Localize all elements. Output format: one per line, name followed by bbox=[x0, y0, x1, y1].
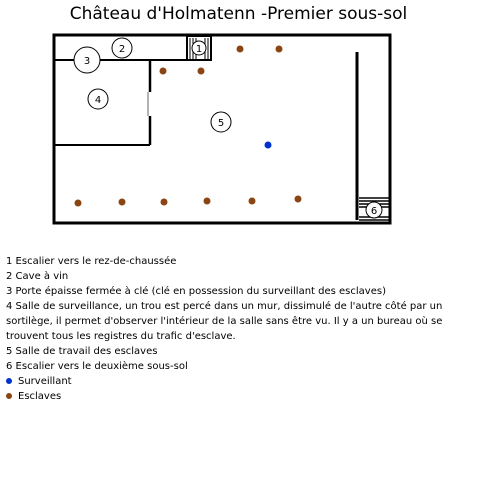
surveillant-marker bbox=[264, 141, 272, 149]
room-2-label: 2 bbox=[119, 44, 125, 55]
esclaves-markers bbox=[74, 45, 302, 207]
legend-item-3: 3 Porte épaisse fermée à clé (clé en pos… bbox=[6, 286, 386, 297]
room-6-label: 6 bbox=[371, 206, 377, 217]
esclave-marker bbox=[203, 197, 211, 205]
floor-plan: 1 2 3 4 5 6 bbox=[52, 33, 392, 225]
legend: 1 Escalier vers le rez-de-chaussée 2 Cav… bbox=[6, 254, 472, 404]
legend-item-5: 5 Salle de travail des esclaves bbox=[6, 346, 158, 357]
esclave-marker bbox=[118, 198, 126, 206]
esclave-dot-icon bbox=[6, 393, 12, 399]
esclave-marker bbox=[294, 195, 302, 203]
room-3-label: 3 bbox=[84, 56, 90, 67]
legend-esclaves: Esclaves bbox=[6, 389, 472, 404]
esclave-marker bbox=[160, 198, 168, 206]
legend-item-6: 6 Escalier vers le deuxième sous-sol bbox=[6, 361, 188, 372]
legend-esclaves-label: Esclaves bbox=[18, 391, 62, 402]
legend-surveillant: Surveillant bbox=[6, 374, 472, 389]
room-5-label: 5 bbox=[218, 118, 224, 129]
esclave-marker bbox=[74, 199, 82, 207]
esclave-marker bbox=[197, 67, 205, 75]
esclave-marker bbox=[236, 45, 244, 53]
legend-item-4: 4 Salle de surveillance, un trou est per… bbox=[6, 301, 443, 342]
esclave-marker bbox=[248, 197, 256, 205]
legend-item-2: 2 Cave à vin bbox=[6, 271, 69, 282]
esclave-marker bbox=[275, 45, 283, 53]
legend-item-1: 1 Escalier vers le rez-de-chaussée bbox=[6, 256, 177, 267]
surveillant-dot-icon bbox=[6, 378, 12, 384]
legend-surveillant-label: Surveillant bbox=[18, 376, 72, 387]
room-1-label: 1 bbox=[196, 44, 202, 55]
room-4-label: 4 bbox=[95, 95, 101, 106]
esclave-marker bbox=[159, 67, 167, 75]
